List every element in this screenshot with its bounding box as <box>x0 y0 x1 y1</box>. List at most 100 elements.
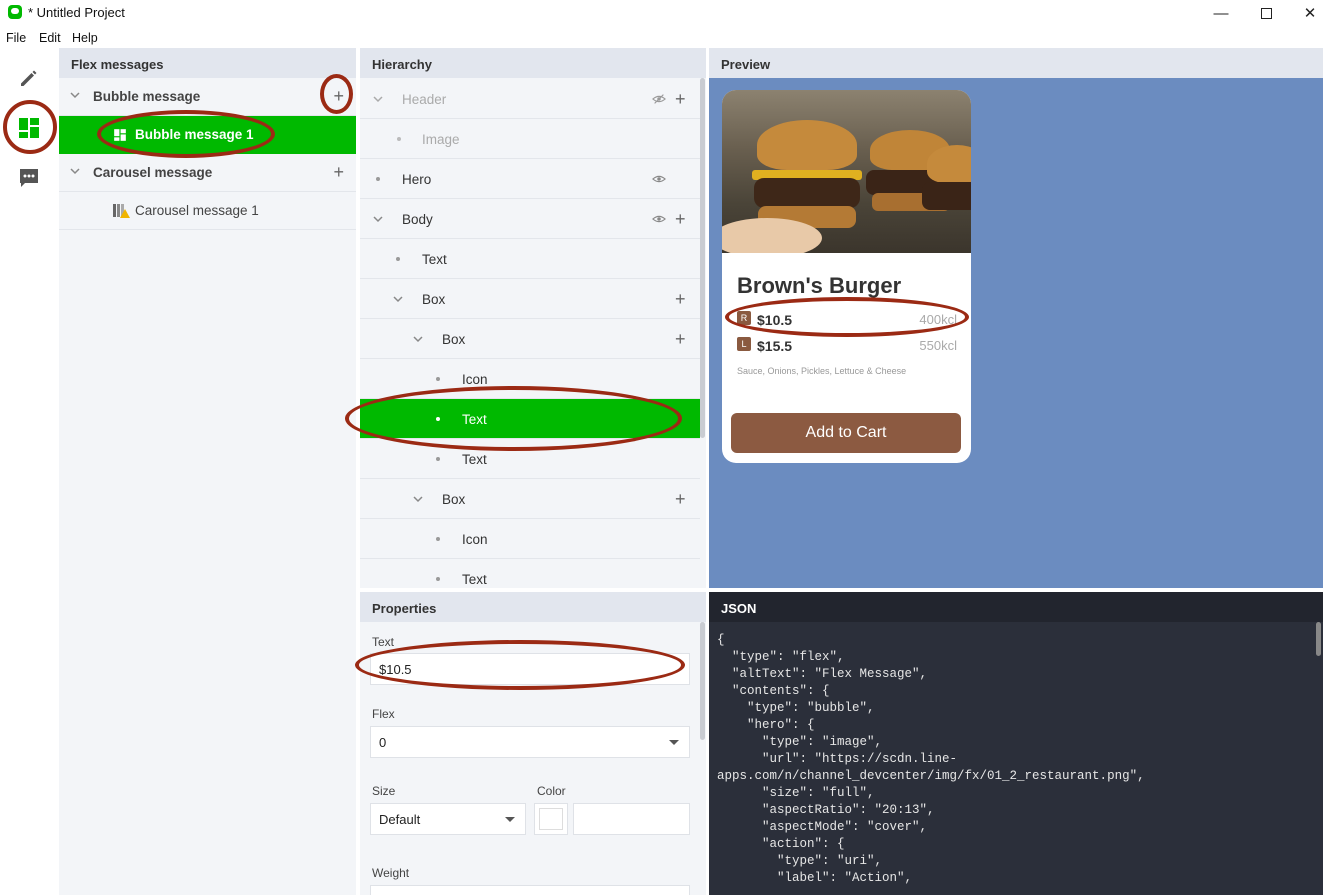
add-node-button[interactable]: + <box>675 89 686 110</box>
tree-node-text[interactable]: Text <box>360 439 700 479</box>
json-scrollbar[interactable] <box>1316 622 1321 656</box>
node-label: Icon <box>462 372 488 387</box>
weight-select[interactable] <box>370 885 690 895</box>
node-label: Header <box>402 92 447 107</box>
title-bar: * Untitled Project — ✕ <box>0 0 1330 26</box>
flex-bubble-card: Brown's Burger R $10.5 400kcl L $15.5 55… <box>722 90 971 463</box>
panel-title: JSON <box>721 601 757 616</box>
tree-node-text[interactable]: Text <box>360 559 700 588</box>
minimize-button[interactable]: — <box>1198 0 1244 26</box>
hero-image[interactable] <box>722 90 971 253</box>
bullet-icon <box>396 257 400 261</box>
tree-node-body[interactable]: Body + <box>360 199 700 239</box>
add-carousel-button[interactable]: + <box>333 163 344 181</box>
hierarchy-scrollbar[interactable] <box>700 78 705 438</box>
color-label: Color <box>537 784 566 798</box>
chevron-down-icon[interactable] <box>69 165 81 177</box>
json-panel: JSON { "type": "flex", "altText": "Flex … <box>709 592 1323 895</box>
layout-icon <box>114 129 126 141</box>
burger-patty <box>922 182 971 210</box>
list-item-carousel-message-1[interactable]: Carousel message 1 <box>59 192 356 230</box>
eye-icon[interactable] <box>652 172 666 186</box>
flex-messages-header: Flex messages <box>59 48 356 78</box>
node-label: Text <box>462 412 487 427</box>
size-value: Default <box>379 812 421 827</box>
eye-icon[interactable] <box>652 212 666 226</box>
pencil-icon[interactable] <box>17 66 41 90</box>
menu-file[interactable]: File <box>6 31 26 45</box>
item-label: Carousel message 1 <box>135 203 259 218</box>
text-label: Text <box>372 635 395 649</box>
price-value: $10.5 <box>757 312 793 328</box>
tree-node-box[interactable]: Box + <box>360 279 700 319</box>
chevron-down-icon[interactable] <box>372 213 384 225</box>
tree-node-box[interactable]: Box + <box>360 319 700 359</box>
add-node-button[interactable]: + <box>675 329 686 350</box>
chevron-down-icon[interactable] <box>69 89 81 101</box>
color-swatch-box <box>539 808 563 830</box>
panel-title: Flex messages <box>71 57 164 72</box>
tree-node-text[interactable]: Text <box>360 239 700 279</box>
add-node-button[interactable]: + <box>675 209 686 230</box>
close-button[interactable]: ✕ <box>1287 0 1330 26</box>
chat-icon[interactable] <box>17 166 41 190</box>
size-badge-icon: R <box>737 311 751 325</box>
burger-bun <box>927 145 971 183</box>
text-field[interactable]: $10.5 <box>370 653 690 685</box>
window-title: * Untitled Project <box>28 5 125 20</box>
hierarchy-panel: Hierarchy Header + Image Hero Body + Tex… <box>360 48 706 588</box>
tree-node-image[interactable]: Image <box>360 119 700 159</box>
chevron-down-icon[interactable] <box>392 293 404 305</box>
tree-node-box[interactable]: Box + <box>360 479 700 519</box>
carousel-warning-icon <box>113 204 130 218</box>
add-node-button[interactable]: + <box>675 289 686 310</box>
bullet-icon <box>397 137 401 141</box>
flex-messages-panel: Flex messages Bubble message + Bubble me… <box>59 48 356 895</box>
node-label: Text <box>462 572 487 587</box>
tree-node-hero[interactable]: Hero <box>360 159 700 199</box>
menu-edit[interactable]: Edit <box>39 31 61 45</box>
menu-bar: File Edit Help <box>0 27 1330 47</box>
color-input[interactable] <box>573 803 690 835</box>
list-item-bubble-message-1[interactable]: Bubble message 1 <box>59 116 356 154</box>
tree-node-text-selected[interactable]: Text <box>360 399 700 439</box>
chevron-down-icon[interactable] <box>372 93 384 105</box>
node-label: Box <box>422 292 446 307</box>
flex-value: 0 <box>379 735 387 750</box>
bullet-icon <box>436 417 440 421</box>
properties-scrollbar[interactable] <box>700 622 705 740</box>
add-bubble-button[interactable]: + <box>333 87 344 105</box>
tree-node-header[interactable]: Header + <box>360 79 700 119</box>
bullet-icon <box>436 457 440 461</box>
maximize-button[interactable] <box>1243 0 1289 26</box>
card-title: Brown's Burger <box>737 273 902 298</box>
panel-title: Preview <box>721 57 771 72</box>
group-label: Bubble message <box>93 89 201 104</box>
node-label: Text <box>462 452 487 467</box>
chevron-down-icon[interactable] <box>412 493 424 505</box>
group-carousel-message[interactable]: Carousel message + <box>59 154 356 192</box>
size-label: Size <box>372 784 396 798</box>
menu-help[interactable]: Help <box>72 31 98 45</box>
node-label: Icon <box>462 532 488 547</box>
json-header: JSON <box>709 592 1323 622</box>
layout-icon[interactable] <box>17 116 41 140</box>
close-icon: ✕ <box>1303 5 1317 22</box>
size-select[interactable]: Default <box>370 803 526 835</box>
eye-off-icon[interactable] <box>652 92 666 106</box>
kcal-value: 400kcl <box>919 312 957 327</box>
add-to-cart-button[interactable]: Add to Cart <box>731 413 961 453</box>
panel-title: Hierarchy <box>372 57 432 72</box>
node-label: Hero <box>402 172 432 187</box>
price-row-large: L $15.5 550kcl <box>737 337 957 355</box>
dropdown-caret-icon <box>669 740 679 745</box>
bullet-icon <box>436 537 440 541</box>
chevron-down-icon[interactable] <box>412 333 424 345</box>
tree-node-icon[interactable]: Icon <box>360 359 700 399</box>
flex-select[interactable]: 0 <box>370 726 690 758</box>
json-code-editor[interactable]: { "type": "flex", "altText": "Flex Messa… <box>717 632 1145 887</box>
color-swatch[interactable] <box>534 803 568 835</box>
tree-node-icon[interactable]: Icon <box>360 519 700 559</box>
group-bubble-message[interactable]: Bubble message + <box>59 78 356 116</box>
add-node-button[interactable]: + <box>675 489 686 510</box>
